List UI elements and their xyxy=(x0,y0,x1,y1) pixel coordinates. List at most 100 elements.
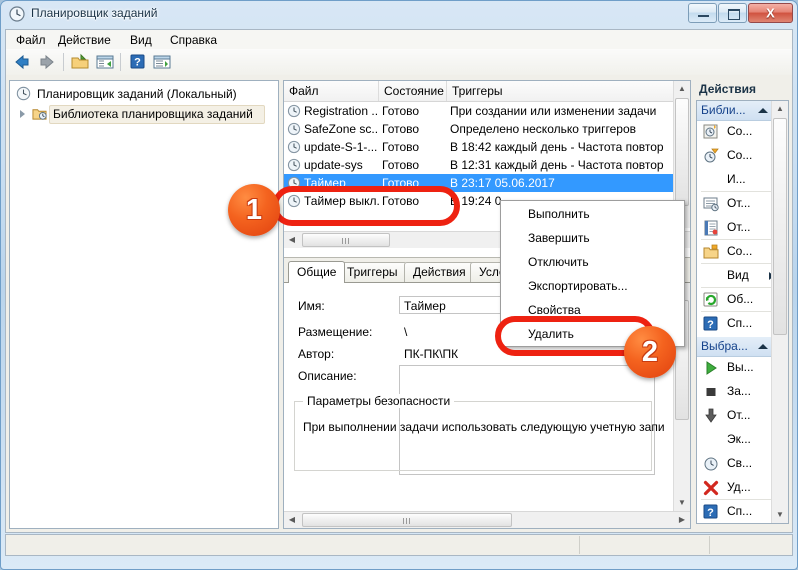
task-column-2[interactable]: Триггеры xyxy=(447,81,677,101)
field-value-0: Таймер xyxy=(404,299,446,313)
action-item-label: Об... xyxy=(727,292,754,306)
actions-title: Действия xyxy=(699,82,757,96)
actions-vscroll-thumb[interactable] xyxy=(773,118,787,335)
security-options-text: При выполнении задачи использовать следу… xyxy=(303,420,665,434)
help-icon[interactable]: ? xyxy=(127,53,147,71)
actions-scroll-up-arrow[interactable]: ▲ xyxy=(772,101,788,117)
detail-hscroll-right-arrow[interactable]: ▶ xyxy=(674,512,690,528)
task-name: update-S-1-... xyxy=(304,140,378,154)
action-item-label: И... xyxy=(727,172,746,186)
tree-node-label: Планировщик заданий (Локальный) xyxy=(37,87,237,101)
toolbar-separator-2 xyxy=(120,53,121,71)
forward-arrow-icon[interactable] xyxy=(37,53,57,71)
step-badge-1: 1 xyxy=(228,184,280,236)
chevron-up-icon[interactable] xyxy=(758,344,768,349)
hscroll-left-arrow[interactable]: ◀ xyxy=(284,232,300,248)
task-trigger: Определено несколько триггеров xyxy=(450,122,637,136)
tab-2[interactable]: Действия xyxy=(404,262,475,282)
window-controls: X xyxy=(688,3,793,23)
detail-hscroll-thumb[interactable] xyxy=(302,513,512,527)
action-item-label: Св... xyxy=(727,456,753,470)
task-row-1[interactable]: SafeZone sc... Готово Определено несколь… xyxy=(284,120,675,138)
detail-hscrollbar[interactable]: ◀ ▶ xyxy=(284,511,690,528)
run-icon xyxy=(703,360,719,376)
create-simple-task-icon xyxy=(703,148,719,164)
action-item-label: Эк... xyxy=(727,432,751,446)
actions-group-label: Выбра... xyxy=(701,339,748,353)
open-folder-icon[interactable] xyxy=(70,53,90,71)
vscroll-thumb[interactable] xyxy=(675,98,689,206)
refresh-icon xyxy=(703,292,719,308)
context-menu-item-2[interactable]: Отключить xyxy=(502,250,683,274)
action-item-label: Со... xyxy=(727,148,753,162)
action-item-label: За... xyxy=(727,384,751,398)
context-menu-item-3[interactable]: Экспортировать... xyxy=(502,274,683,298)
task-column-0[interactable]: Файл xyxy=(284,81,379,101)
task-trigger: В 12:31 каждый день - Частота повтор xyxy=(450,158,664,172)
selected-task-highlight xyxy=(272,186,460,226)
task-library-icon xyxy=(32,106,47,126)
minimize-button[interactable] xyxy=(688,3,717,23)
field-value-2: ПК-ПК\ПК xyxy=(404,347,459,361)
delete-icon xyxy=(703,480,719,496)
context-menu-item-1[interactable]: Завершить xyxy=(502,226,683,250)
console-tree[interactable]: Планировщик заданий (Локальный) Библиоте… xyxy=(9,80,279,529)
new-folder-icon xyxy=(703,244,719,260)
enable-history-icon xyxy=(703,220,719,236)
actions-pane: Действия Библи... Со... Со... И... От...… xyxy=(695,80,790,529)
action-item-label: От... xyxy=(727,220,751,234)
chevron-right-icon[interactable] xyxy=(19,110,28,119)
menu-item-3[interactable]: Справка xyxy=(164,32,223,48)
actions-scroll-down-arrow[interactable]: ▼ xyxy=(772,507,788,523)
action-item-label: От... xyxy=(727,408,751,422)
clock-icon xyxy=(287,158,301,172)
task-list-header: Файл Состояние Триггеры xyxy=(284,81,690,102)
tab-0[interactable]: Общие xyxy=(288,261,346,283)
task-name: update-sys xyxy=(304,158,363,172)
show-hide-tree-icon[interactable] xyxy=(95,53,115,71)
menu-item-2[interactable]: Вид xyxy=(124,32,158,48)
action-item-label: Вид xyxy=(727,268,749,282)
toolbar-separator xyxy=(63,53,64,71)
clock-icon xyxy=(16,86,31,106)
display-all-tasks-icon xyxy=(703,196,719,212)
field-label-2: Автор: xyxy=(298,347,335,361)
detail-scroll-down-arrow[interactable]: ▼ xyxy=(674,495,690,511)
context-menu-item-0[interactable]: Выполнить xyxy=(502,202,683,226)
hscroll-thumb[interactable] xyxy=(302,233,390,247)
show-hide-actions-icon[interactable] xyxy=(152,53,172,71)
task-trigger: В 23:17 05.06.2017 xyxy=(450,176,555,190)
chevron-up-icon[interactable] xyxy=(758,108,768,113)
maximize-button[interactable] xyxy=(718,3,747,23)
action-item-label: Сп... xyxy=(727,504,753,518)
detail-hscroll-left-arrow[interactable]: ◀ xyxy=(284,512,300,528)
end-icon xyxy=(703,384,719,400)
help-icon: ? xyxy=(703,504,719,520)
window-title: Планировщик заданий xyxy=(31,6,158,20)
task-state: Готово xyxy=(382,122,420,136)
task-state: Готово xyxy=(382,140,420,154)
task-row-2[interactable]: update-S-1-... Готово В 18:42 каждый ден… xyxy=(284,138,675,156)
scroll-up-arrow[interactable]: ▲ xyxy=(674,81,690,97)
svg-text:?: ? xyxy=(134,57,141,69)
menu-item-0[interactable]: Файл xyxy=(10,32,52,48)
tab-1[interactable]: Триггеры xyxy=(338,262,407,282)
actions-vscrollbar[interactable]: ▲ ▼ xyxy=(771,101,788,523)
task-row-3[interactable]: update-sys Готово В 12:31 каждый день - … xyxy=(284,156,675,174)
action-item-label: Уд... xyxy=(727,480,751,494)
security-options-title: Параметры безопасности xyxy=(303,394,455,408)
close-button[interactable]: X xyxy=(748,3,793,23)
clock-icon xyxy=(287,122,301,136)
field-label-3: Описание: xyxy=(298,369,357,383)
task-column-1[interactable]: Состояние xyxy=(379,81,447,101)
actions-list[interactable]: Библи... Со... Со... И... От... От... Со… xyxy=(696,100,789,524)
action-item-label: От... xyxy=(727,196,751,210)
security-options-group: Параметры безопасности При выполнении за… xyxy=(294,394,665,471)
task-row-0[interactable]: Registration ... Готово При создании или… xyxy=(284,102,675,120)
clock-icon xyxy=(9,6,25,22)
action-item-label: Со... xyxy=(727,124,753,138)
disable-icon xyxy=(703,408,719,424)
status-separator-1 xyxy=(579,536,580,554)
menu-item-1[interactable]: Действие xyxy=(52,32,117,48)
back-arrow-icon[interactable] xyxy=(12,53,32,71)
